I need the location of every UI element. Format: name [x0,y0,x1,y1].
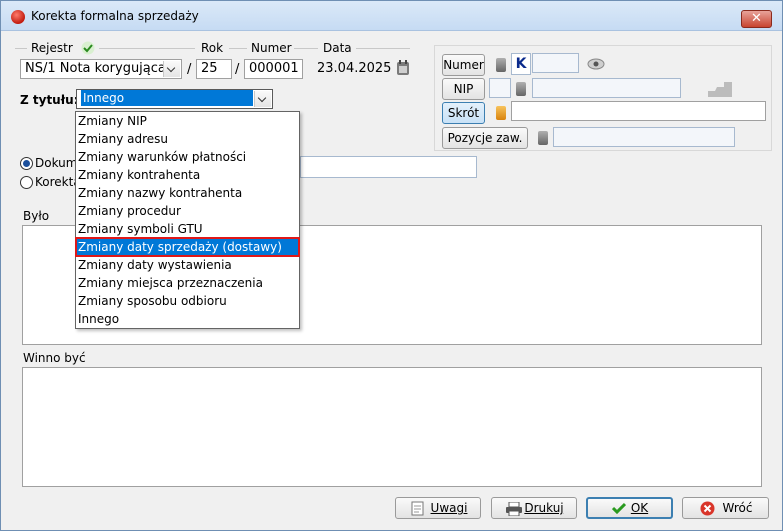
dropdown-item[interactable]: Zmiany nazwy kontrahenta [76,184,299,202]
winno-text-area[interactable] [22,367,762,487]
dropdown-item[interactable]: Zmiany adresu [76,130,299,148]
z-tytulu-label: Z tytułu: [20,93,79,107]
wroc-button-label: Wróć [722,501,753,515]
check-icon [81,41,95,55]
cancel-icon [700,501,715,516]
numer-value-field[interactable] [532,53,579,73]
dropdown-item[interactable]: Zmiany sposobu odbioru [76,292,299,310]
wroc-button[interactable]: Wróć [682,497,769,519]
skrot-field[interactable] [511,101,766,121]
title-bar: Korekta formalna sprzedaży ✕ [1,1,782,31]
rejestr-select-value: NS/1 Nota korygująca [25,61,166,76]
group-line [15,48,27,49]
list-icon[interactable] [496,106,506,120]
list-icon[interactable] [516,82,526,96]
dropdown-item[interactable]: Zmiany miejsca przeznaczenia [76,274,299,292]
separator: / [187,62,192,77]
z-tytulu-select-value: Innego [81,90,253,106]
list-icon[interactable] [538,131,548,145]
pozycje-button[interactable]: Pozycje zaw. [442,127,528,149]
rejestr-select[interactable]: NS/1 Nota korygująca [20,59,182,79]
app-logo-icon [11,10,25,24]
dokument-radio[interactable] [20,157,33,170]
numer-field[interactable]: 000001 [244,59,303,79]
uwagi-button-label: Uwagi [430,501,468,515]
pozycje-field[interactable] [553,127,735,147]
data-value: 23.04.2025 [317,61,392,76]
drukuj-button-label: Drukuj [524,501,564,515]
dropdown-item-selected[interactable]: Zmiany daty sprzedaży (dostawy) [75,237,300,257]
dropdown-item[interactable]: Zmiany procedur [76,202,299,220]
nip-button[interactable]: NIP [442,78,485,100]
note-icon [411,501,424,516]
z-tytulu-select[interactable]: Innego [76,89,273,109]
chevron-down-icon[interactable] [163,61,180,77]
separator: / [235,62,240,77]
document-number-field[interactable] [300,156,477,178]
group-line [294,48,318,49]
winno-label: Winno być [23,351,86,365]
group-line [356,48,410,49]
skrot-button[interactable]: Skrót [442,102,485,124]
check-icon [612,502,626,514]
bylo-label: Było [23,209,50,223]
numer-button[interactable]: Numer [442,54,485,76]
group-line [99,48,195,49]
korekta-radio[interactable] [20,176,33,189]
printer-icon [506,502,522,516]
close-button[interactable]: ✕ [741,10,772,28]
dropdown-item[interactable]: Zmiany warunków płatności [76,148,299,166]
data-label: Data [323,41,352,55]
dropdown-item[interactable]: Zmiany kontrahenta [76,166,299,184]
eye-icon[interactable] [587,57,605,71]
dropdown-item[interactable]: Zmiany NIP [76,112,299,130]
vehicle-icon[interactable] [707,79,733,99]
ok-button-label: OK [630,501,649,515]
uwagi-button[interactable]: Uwagi [395,497,481,519]
dropdown-item[interactable]: Zmiany symboli GTU [76,220,299,238]
drukuj-button[interactable]: Drukuj [491,497,577,519]
chevron-down-icon[interactable] [254,91,271,107]
rok-label: Rok [201,41,224,55]
nip-prefix-field[interactable] [489,78,511,98]
list-icon[interactable] [496,58,506,72]
group-line [229,48,247,49]
ok-button[interactable]: OK [586,497,673,519]
nip-value-field[interactable] [532,78,681,98]
korekta-radio-label: Korekta [35,175,81,189]
numer-label: Numer [251,41,292,55]
dokument-radio-label: Dokum [35,156,78,170]
window-title: Korekta formalna sprzedaży [31,9,199,23]
z-tytulu-dropdown-list: Zmiany NIP Zmiany adresu Zmiany warunków… [75,111,300,329]
rejestr-label: Rejestr [31,41,73,55]
calendar-icon[interactable] [396,60,410,76]
dialog-window: Korekta formalna sprzedaży ✕ Rejestr Rok… [0,0,783,531]
k-badge: K [511,53,531,75]
dropdown-item[interactable]: Innego [76,310,299,328]
dropdown-item[interactable]: Zmiany daty wystawienia [76,256,299,274]
rok-field[interactable]: 25 [196,59,232,79]
